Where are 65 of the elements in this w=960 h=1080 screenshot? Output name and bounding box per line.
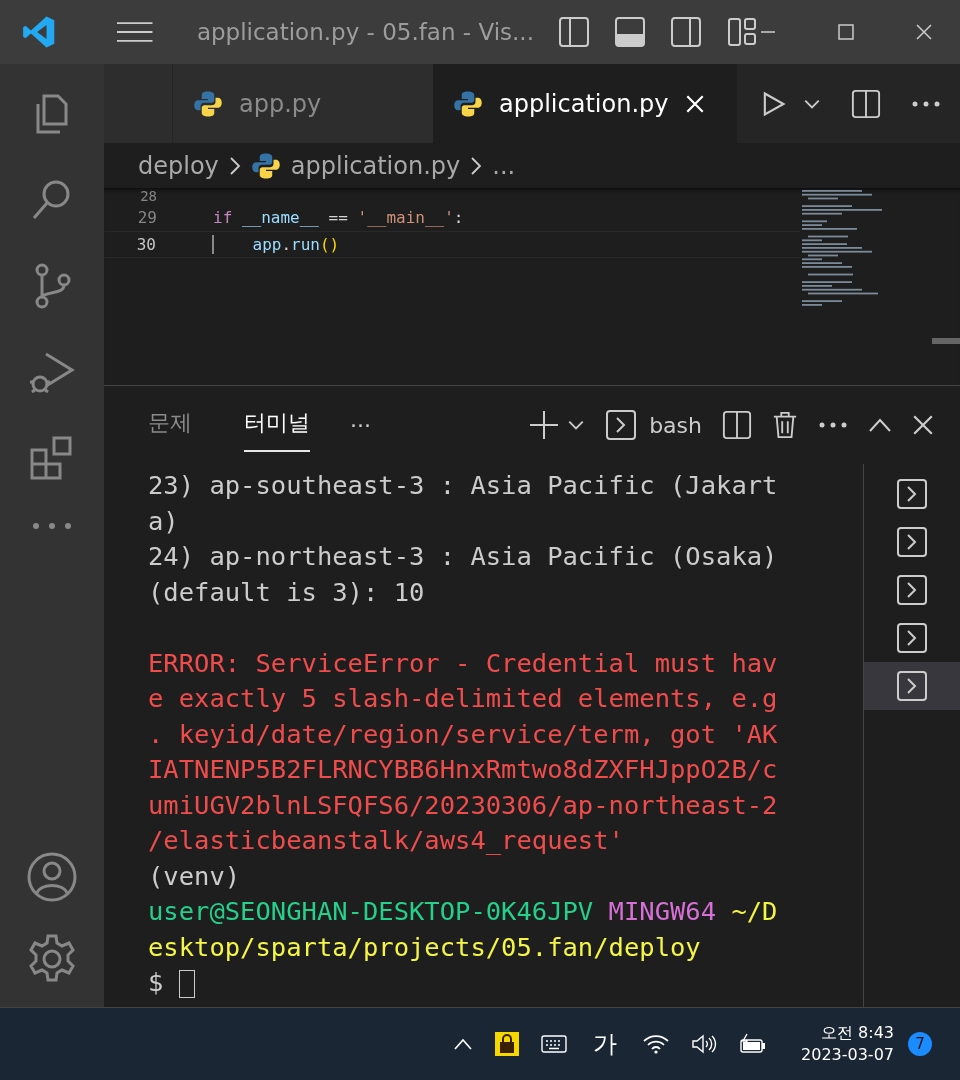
chevron-right-icon: [228, 155, 241, 176]
terminal-line: 23) ap-southeast-3 : Asia Pacific (Jakart: [148, 470, 778, 500]
add-icon[interactable]: [529, 410, 560, 440]
terminal-line: 24) ap-northeast-3 : Asia Pacific (Osaka): [148, 541, 778, 571]
layout-icon[interactable]: [726, 16, 758, 48]
menu-icon[interactable]: [117, 20, 153, 44]
window-title: application.py - 05.fan - Vis...: [196, 19, 534, 45]
line-number: 30: [135, 235, 156, 254]
maximize-icon[interactable]: [836, 22, 856, 42]
terminal-line: esktop/sparta/projects/05.fan/deploy: [148, 931, 701, 962]
speaker-icon[interactable]: [691, 1034, 717, 1054]
notification-count[interactable]: 7: [908, 1032, 932, 1056]
panel-tab[interactable]: 터미널: [244, 398, 310, 452]
breadcrumb-item[interactable]: application.py: [290, 151, 461, 180]
more-icon[interactable]: [911, 99, 941, 108]
terminal-line: $: [148, 967, 195, 997]
terminal-line: umiUGV2blnLSFQFS6/20230306/ap-northeast-2: [148, 789, 778, 820]
input-method-indicator[interactable]: 가: [593, 1028, 617, 1060]
terminal-icon: [896, 574, 928, 606]
terminal-line: (default is 3): 10: [148, 576, 425, 607]
panel-toggle-icon[interactable]: [614, 16, 646, 48]
battery-charging-icon[interactable]: [739, 1033, 767, 1055]
terminal-line: a): [148, 505, 179, 536]
breadcrumb-item[interactable]: deploy: [138, 151, 219, 180]
editor-tab[interactable]: application.py: [433, 64, 737, 143]
terminal-list-item[interactable]: [864, 662, 960, 710]
account-icon[interactable]: [26, 851, 78, 903]
more-icon[interactable]: [818, 421, 848, 429]
sidebar-toggle-icon[interactable]: [558, 16, 590, 48]
code-line: if __name__ == '__main__':: [213, 208, 464, 227]
terminal-icon: [896, 622, 928, 654]
split-terminal-icon[interactable]: [722, 410, 752, 440]
lock-icon[interactable]: [495, 1032, 519, 1056]
wifi-icon[interactable]: [643, 1034, 669, 1054]
close-icon[interactable]: [912, 414, 934, 436]
close-icon[interactable]: [914, 22, 934, 42]
settings-icon[interactable]: [26, 933, 78, 985]
code-line: app.run(): [212, 235, 340, 254]
line-number: 29: [136, 208, 157, 227]
secondary-sidebar-icon[interactable]: [670, 16, 702, 48]
editor-tab[interactable]: app.py: [173, 64, 433, 143]
chevron-right-icon: [470, 155, 483, 176]
terminal-line: /elasticbeanstalk/aws4_request': [148, 825, 624, 855]
terminal-line: e exactly 5 slash-delimited elements, e.g: [148, 683, 778, 713]
clock-date[interactable]: 2023-03-07: [801, 1044, 894, 1066]
breadcrumb-item[interactable]: ...: [492, 151, 516, 180]
terminal-line: IATNENP5B2FLRNCYBB6HnxRmtwo8dZXFHJppO2B/c: [148, 754, 778, 784]
scrollbar-thumb[interactable]: [932, 338, 960, 344]
terminal-line: . keyid/date/region/service/term, got 'AK: [148, 718, 778, 749]
terminal-line: (venv): [148, 860, 241, 891]
terminal-line: user@SEONGHAN-DESKTOP-0K46JPV MINGW64 ~/D: [148, 896, 778, 926]
terminal-icon: [605, 409, 638, 441]
clock-time[interactable]: 오전 8:43: [821, 1022, 894, 1044]
panel-tab[interactable]: 문제: [148, 398, 192, 452]
terminal-icon: [896, 670, 928, 702]
terminal-icon: [896, 526, 928, 558]
chevron-up-icon[interactable]: [868, 417, 892, 433]
line-number: 28: [139, 189, 157, 203]
terminal-line: ERROR: ServiceError - Credential must hav: [148, 647, 778, 678]
keyboard-icon[interactable]: [541, 1034, 567, 1054]
more-button[interactable]: ···: [350, 412, 371, 438]
shell-name[interactable]: bash: [649, 412, 702, 438]
split-editor-icon[interactable]: [851, 88, 881, 119]
trash-icon[interactable]: [772, 410, 798, 440]
terminal-icon: [896, 478, 928, 510]
